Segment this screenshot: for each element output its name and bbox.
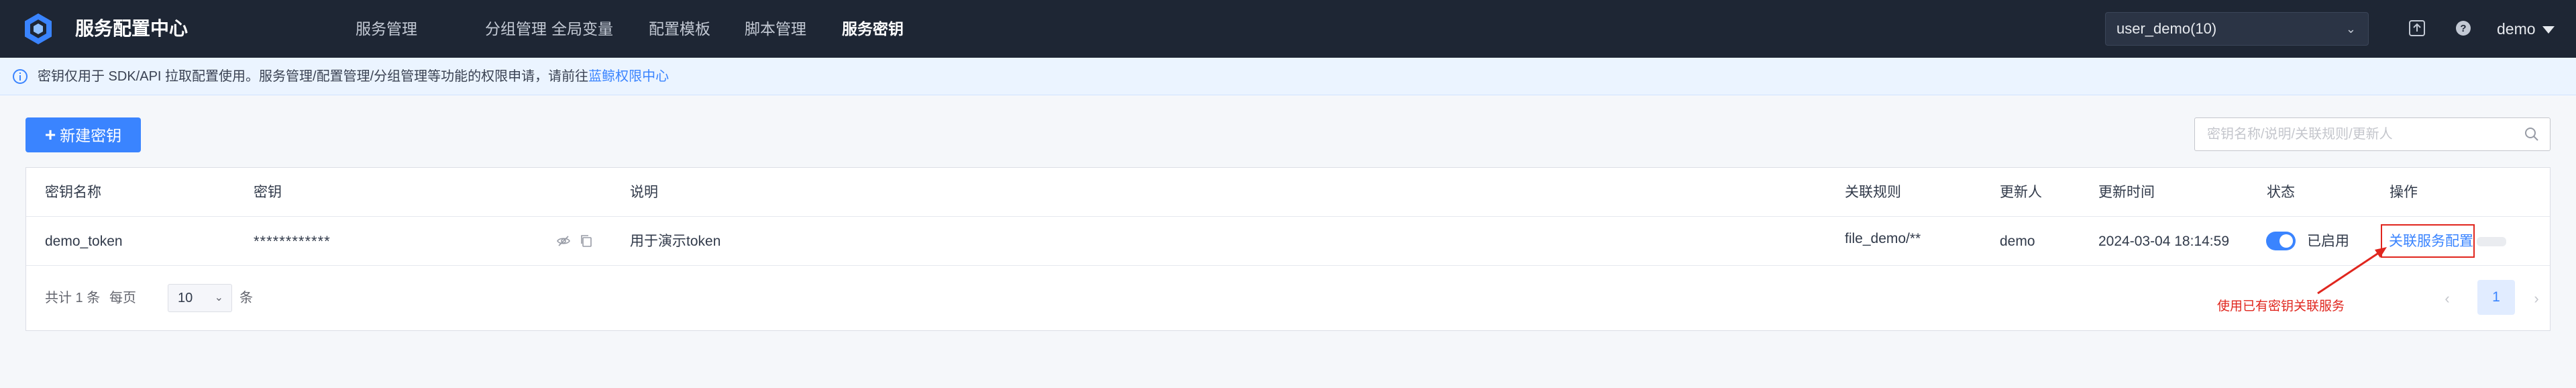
business-select[interactable]: user_demo(10) ⌄ [2105, 12, 2369, 46]
column-header: 状态 [2267, 185, 2295, 200]
key-description: 用于演示token [630, 234, 721, 249]
app-title: 服务配置中心 [75, 18, 189, 39]
eye-off-icon[interactable] [556, 234, 571, 248]
search-input[interactable] [2195, 118, 2504, 150]
key-name: demo_token [45, 234, 123, 249]
per-page-unit: 条 [239, 291, 253, 305]
annotation-text: 使用已有密钥关联服务 [2217, 299, 2345, 313]
link-service-config-button[interactable]: 关联服务配置 [2389, 217, 2473, 266]
nav-config-templates[interactable]: 配置模板 [649, 0, 710, 58]
help-icon[interactable]: ? [2455, 19, 2472, 37]
table-header: 密钥名称 密钥 说明 关联规则 更新人 更新时间 状态 操作 [26, 168, 2550, 217]
chevron-down-icon: ⌄ [2345, 22, 2356, 36]
associated-rule: file_demo/** [1845, 231, 1921, 246]
chevron-down-icon: ⌄ [214, 292, 223, 303]
page-number[interactable]: 1 [2477, 280, 2515, 315]
top-navbar: 服务配置中心 服务管理 分组管理 全局变量 配置模板 脚本管理 服务密钥 use… [0, 0, 2576, 58]
prev-page-icon[interactable]: ‹ [2435, 287, 2459, 311]
logo-icon [25, 13, 52, 44]
status-label: 已启用 [2307, 234, 2349, 249]
copy-icon[interactable] [579, 234, 594, 248]
search-box [2194, 117, 2551, 151]
nav-service-management[interactable]: 服务管理 [356, 0, 417, 58]
column-header: 更新人 [2000, 185, 2042, 200]
notice-message: 密钥仅用于 SDK/API 拉取配置使用。服务管理/配置管理/分组管理等功能的权… [38, 69, 589, 84]
column-header: 关联规则 [1845, 185, 1901, 200]
toggle-knob [2279, 234, 2293, 248]
user-menu[interactable]: demo [2497, 0, 2555, 58]
key-table: 密钥名称 密钥 说明 关联规则 更新人 更新时间 状态 操作 demo_toke… [25, 167, 2551, 331]
status-toggle[interactable] [2266, 232, 2296, 250]
create-key-label: 新建密钥 [60, 127, 122, 144]
next-page-icon[interactable]: › [2524, 287, 2548, 311]
nav-global-variables[interactable]: 全局变量 [551, 0, 613, 58]
page-size-select[interactable]: 10 ⌄ [168, 284, 232, 312]
caret-down-icon [2542, 26, 2555, 34]
create-key-button[interactable]: + 新建密钥 [25, 117, 141, 152]
per-page-label: 每页 [109, 291, 136, 305]
svg-text:?: ? [2460, 23, 2466, 34]
key-value-masked: ************ [254, 233, 331, 250]
updater: demo [2000, 234, 2035, 249]
notice-text: 密钥仅用于 SDK/API 拉取配置使用。服务管理/配置管理/分组管理等功能的权… [38, 58, 669, 95]
user-name: demo [2497, 20, 2536, 38]
info-icon [13, 69, 28, 84]
column-header: 密钥 [254, 185, 282, 200]
column-header: 更新时间 [2098, 185, 2155, 200]
column-header: 操作 [2390, 185, 2418, 200]
table-row: demo_token ************ 用于演示token file_d… [26, 217, 2550, 266]
updated-time: 2024-03-04 18:14:59 [2098, 234, 2229, 249]
total-count: 共计 1 条 [45, 291, 101, 305]
column-header: 密钥名称 [45, 185, 101, 200]
notice-bar: 密钥仅用于 SDK/API 拉取配置使用。服务管理/配置管理/分组管理等功能的权… [0, 58, 2576, 95]
more-actions-icon[interactable] [2477, 237, 2506, 246]
nav-script-management[interactable]: 脚本管理 [745, 0, 806, 58]
business-select-value: user_demo(10) [2116, 20, 2217, 37]
nav-group-management[interactable]: 分组管理 [485, 0, 547, 58]
column-header: 说明 [630, 185, 658, 200]
nav-service-keys[interactable]: 服务密钥 [842, 0, 904, 58]
page-size-value: 10 [178, 291, 193, 305]
upload-icon[interactable] [2408, 19, 2426, 37]
permission-center-link[interactable]: 蓝鲸权限中心 [588, 69, 669, 84]
search-icon[interactable] [2524, 127, 2539, 142]
plus-icon: + [44, 124, 56, 145]
